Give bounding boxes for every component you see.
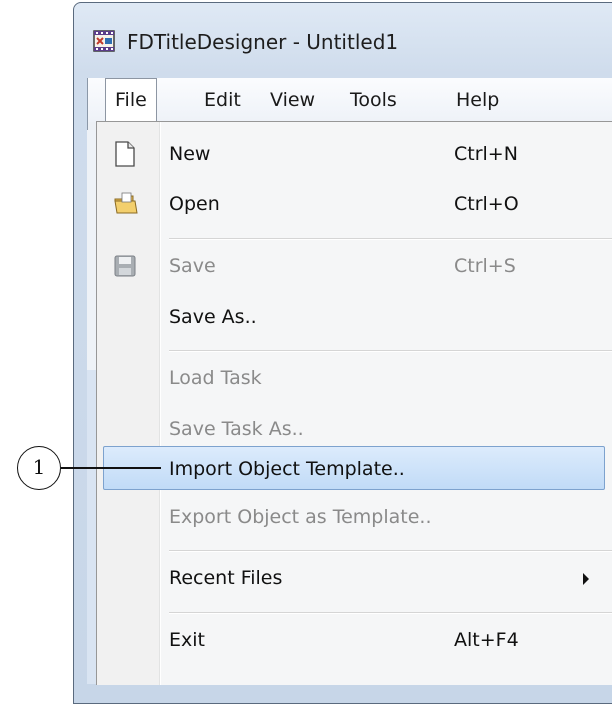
menu-item-label: Import Object Template.. bbox=[169, 458, 405, 480]
menu-item-label: Save As.. bbox=[169, 306, 257, 328]
menu-file[interactable]: File bbox=[105, 78, 157, 123]
file-menu-dropdown: New Ctrl+N Open Ctrl+O Save Ctrl+S Save … bbox=[96, 121, 612, 685]
menu-item-save-as[interactable]: Save As.. bbox=[97, 295, 612, 339]
menu-item-load-task[interactable]: Load Task bbox=[97, 356, 612, 400]
menu-item-label: Save Task As.. bbox=[169, 418, 304, 440]
workspace-panel-edge bbox=[87, 370, 96, 684]
menu-item-recent-files[interactable]: Recent Files bbox=[97, 556, 612, 600]
menu-item-exit[interactable]: Exit Alt+F4 bbox=[97, 618, 612, 662]
menu-item-shortcut: Ctrl+O bbox=[454, 193, 519, 215]
menu-item-label: Export Object as Template.. bbox=[169, 506, 432, 528]
menu-help[interactable]: Help bbox=[456, 78, 499, 122]
menu-item-label: Recent Files bbox=[169, 567, 283, 589]
menu-bar: File Edit View Tools Help bbox=[88, 78, 612, 123]
window-title: FDTitleDesigner - Untitled1 bbox=[127, 30, 399, 54]
menu-edit[interactable]: Edit bbox=[204, 78, 241, 122]
submenu-arrow-icon bbox=[583, 573, 589, 585]
menu-item-label: Save bbox=[169, 255, 216, 277]
menu-separator bbox=[169, 238, 612, 240]
menu-item-label: Load Task bbox=[169, 367, 262, 389]
callout-marker: 1 bbox=[17, 446, 61, 490]
menu-item-shortcut: Ctrl+S bbox=[454, 255, 516, 277]
menu-item-label: Open bbox=[169, 193, 220, 215]
menu-item-export-object-as-template[interactable]: Export Object as Template.. bbox=[97, 495, 612, 539]
menu-item-new[interactable]: New Ctrl+N bbox=[97, 132, 612, 176]
menu-tools[interactable]: Tools bbox=[350, 78, 397, 122]
menu-item-label: Exit bbox=[169, 629, 205, 651]
menu-separator bbox=[169, 612, 612, 614]
callout-leader-line bbox=[61, 467, 161, 469]
menu-item-import-object-template[interactable]: Import Object Template.. bbox=[103, 446, 605, 490]
menu-item-save[interactable]: Save Ctrl+S bbox=[97, 244, 612, 288]
menu-separator bbox=[169, 550, 612, 552]
menu-view[interactable]: View bbox=[270, 78, 315, 122]
menu-item-shortcut: Alt+F4 bbox=[454, 629, 519, 651]
menu-item-open[interactable]: Open Ctrl+O bbox=[97, 182, 612, 226]
film-strip-icon bbox=[93, 30, 115, 52]
title-bar[interactable]: FDTitleDesigner - Untitled1 bbox=[73, 2, 612, 82]
menu-item-shortcut: Ctrl+N bbox=[454, 143, 518, 165]
save-disk-icon bbox=[113, 253, 137, 279]
new-document-icon bbox=[113, 141, 137, 167]
menu-item-label: New bbox=[169, 143, 211, 165]
menu-separator bbox=[169, 350, 612, 352]
open-folder-icon bbox=[113, 191, 138, 217]
menu-item-save-task-as[interactable]: Save Task As.. bbox=[97, 407, 612, 451]
app-window: FDTitleDesigner - Untitled1 File Edit Vi… bbox=[73, 0, 612, 704]
